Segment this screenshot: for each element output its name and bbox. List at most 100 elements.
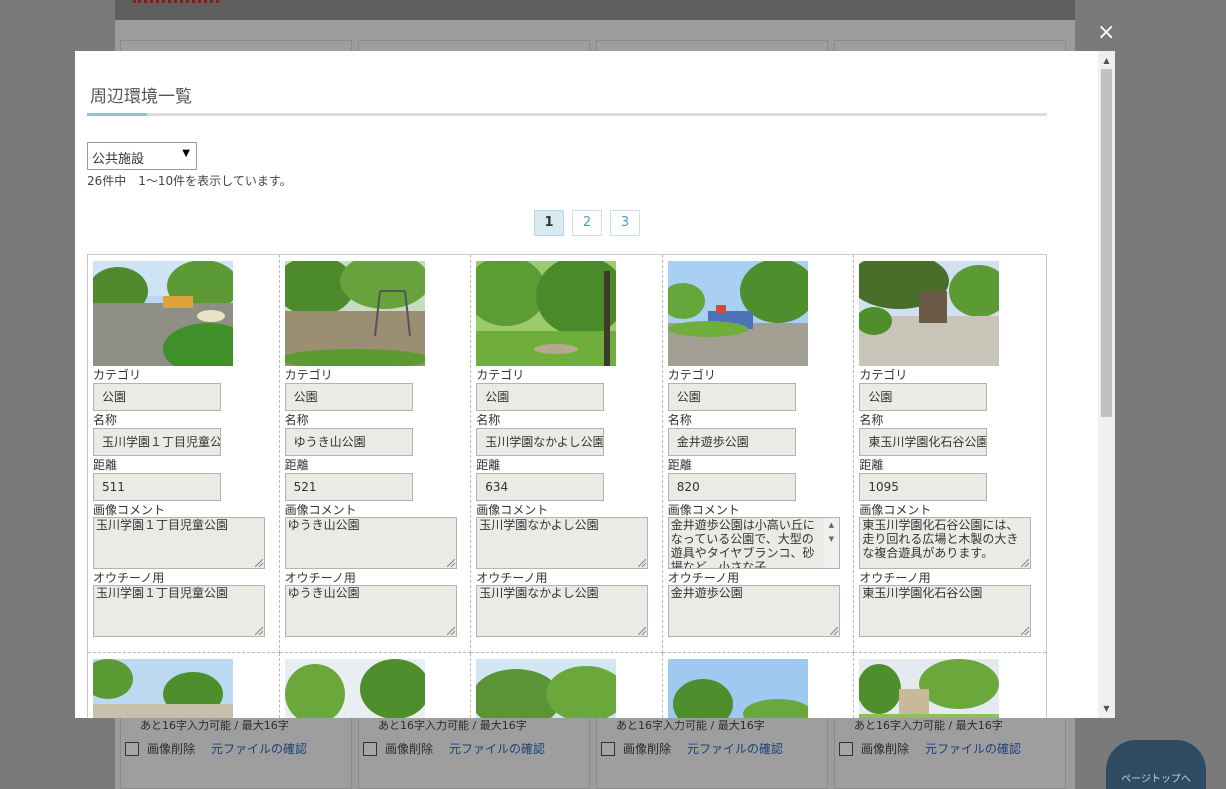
resize-grip-icon[interactable] [638,559,647,567]
comment-textarea[interactable]: 玉川学園１丁目児童公園 [93,517,265,569]
resize-grip-icon[interactable] [829,627,838,635]
facility-card [88,653,280,718]
category-field[interactable]: 公園 [284,383,413,411]
scrollbar-thumb[interactable] [1101,69,1112,417]
delete-image-label: 画像削除 [623,742,672,756]
comment-textarea[interactable]: 東玉川学園化石谷公園には、走り回れる広場と木製の大きな複合遊具があります。 [859,517,1032,569]
category-field[interactable]: 公園 [859,383,988,411]
resize-grip-icon[interactable] [446,627,455,635]
resize-grip-icon[interactable] [255,627,263,635]
source-file-link[interactable]: 元ファイルの確認 [449,740,545,757]
category-field[interactable]: 公園 [93,383,221,411]
page-button-3[interactable]: 3 [610,210,640,236]
distance-field[interactable]: 521 [284,473,413,501]
comment-textarea[interactable]: ゆうき山公園 [284,517,457,569]
background-char-note: あと16字入力可能 / 最大16字 [616,719,765,732]
facility-card: カテゴリ 公園 名称 玉川学園１丁目児童公園 距離 511 画像コメント 玉川学… [88,255,280,653]
textarea-scrollbar[interactable]: ▲ ▼ [823,518,839,568]
background-image-actions: 画像削除 元ファイルの確認 [601,740,783,757]
background-header [115,0,1075,20]
comment-textarea[interactable]: 玉川学園なかよし公園 [476,517,649,569]
outchino-textarea[interactable]: 玉川学園１丁目児童公園 [93,585,265,637]
source-file-link[interactable]: 元ファイルの確認 [925,740,1021,757]
source-file-link[interactable]: 元ファイルの確認 [211,740,307,757]
resize-grip-icon[interactable] [1021,559,1030,567]
park-photo [284,261,425,366]
resize-grip-icon[interactable] [446,559,455,567]
category-label: カテゴリ [667,368,716,382]
resize-grip-icon[interactable] [255,559,263,567]
facility-card [854,653,1046,718]
title-divider-accent [87,113,147,116]
page-button-1[interactable]: 1 [534,210,564,236]
resize-grip-icon[interactable] [638,627,647,635]
comment-text: 玉川学園１丁目児童公園 [96,518,229,532]
distance-field[interactable]: 634 [476,473,605,501]
comment-label: 画像コメント [859,503,932,517]
pagination: 1 2 3 [534,210,640,236]
delete-image-label: 画像削除 [147,742,196,756]
name-label: 名称 [284,413,309,427]
outchino-text: 東玉川学園化石谷公園 [862,586,983,600]
name-field[interactable]: 玉川学園なかよし公園 [476,428,605,456]
modal-scrollbar[interactable]: ▲ ▼ [1098,51,1115,718]
facility-card [471,653,663,718]
category-field[interactable]: 公園 [476,383,605,411]
resize-grip-icon[interactable] [1021,627,1030,635]
delete-image-checkbox[interactable] [601,741,615,756]
park-photo [284,659,425,718]
comment-label: 画像コメント [667,503,740,517]
name-field[interactable]: 東玉川学園化石谷公園 [859,428,988,456]
outchino-text: 玉川学園１丁目児童公園 [96,586,229,600]
delete-image-checkbox[interactable] [363,741,377,756]
outchino-label: オウチーノ用 [284,571,356,585]
result-count: 26件中 1～10件を表示しています。 [87,174,292,188]
facility-card [280,653,472,718]
outchino-text: ゆうき山公園 [287,586,360,600]
background-image-actions: 画像削除 元ファイルの確認 [363,740,545,757]
delete-image-checkbox[interactable] [125,741,139,756]
outchino-textarea[interactable]: 東玉川学園化石谷公園 [859,585,1032,637]
facility-card [663,653,855,718]
name-label: 名称 [476,413,501,427]
distance-field[interactable]: 820 [667,473,796,501]
page-button-2[interactable]: 2 [572,210,602,236]
dropdown-arrow-icon: ▼ [182,148,190,159]
comment-text: 金井遊歩公園は小高い丘になっている公園で、大型の遊具やタイヤブランコ、砂場など、… [670,518,815,569]
distance-label: 距離 [284,458,309,472]
name-field[interactable]: 玉川学園１丁目児童公園 [93,428,221,456]
delete-image-checkbox[interactable] [839,741,853,756]
scroll-up-icon[interactable]: ▲ [1098,54,1115,68]
comment-textarea[interactable]: 金井遊歩公園は小高い丘になっている公園で、大型の遊具やタイヤブランコ、砂場など、… [667,517,840,569]
outchino-label: オウチーノ用 [667,571,740,585]
comment-label: 画像コメント [284,503,357,517]
distance-label: 距離 [667,458,692,472]
category-label: カテゴリ [859,368,908,382]
category-field[interactable]: 公園 [667,383,796,411]
background-image-actions: 画像削除 元ファイルの確認 [839,740,1021,757]
park-photo [476,261,617,366]
page-top-button[interactable]: ページトップへ [1106,740,1206,789]
close-modal-icon[interactable]: × [1097,22,1115,44]
outchino-textarea[interactable]: ゆうき山公園 [284,585,457,637]
category-label: カテゴリ [284,368,333,382]
comment-text: ゆうき山公園 [287,518,360,532]
comment-text: 東玉川学園化石谷公園には、走り回れる広場と木製の大きな複合遊具があります。 [862,518,1019,560]
distance-field[interactable]: 511 [93,473,221,501]
park-photo [93,261,233,366]
background-char-note: あと16字入力可能 / 最大16字 [854,719,1003,732]
park-photo [667,659,808,718]
background-header-accent [133,0,219,3]
facility-type-select[interactable]: 公共施設 ▼ [87,142,197,170]
name-field[interactable]: 金井遊歩公園 [667,428,796,456]
modal-title: 周辺環境一覧 [90,87,192,107]
name-field[interactable]: ゆうき山公園 [284,428,413,456]
distance-field[interactable]: 1095 [859,473,988,501]
scroll-down-icon[interactable]: ▼ [1098,702,1115,716]
source-file-link[interactable]: 元ファイルの確認 [687,740,783,757]
outchino-textarea[interactable]: 金井遊歩公園 [667,585,840,637]
outchino-text: 玉川学園なかよし公園 [479,586,599,600]
outchino-textarea[interactable]: 玉川学園なかよし公園 [476,585,649,637]
outchino-label: オウチーノ用 [476,571,548,585]
comment-label: 画像コメント [476,503,549,517]
